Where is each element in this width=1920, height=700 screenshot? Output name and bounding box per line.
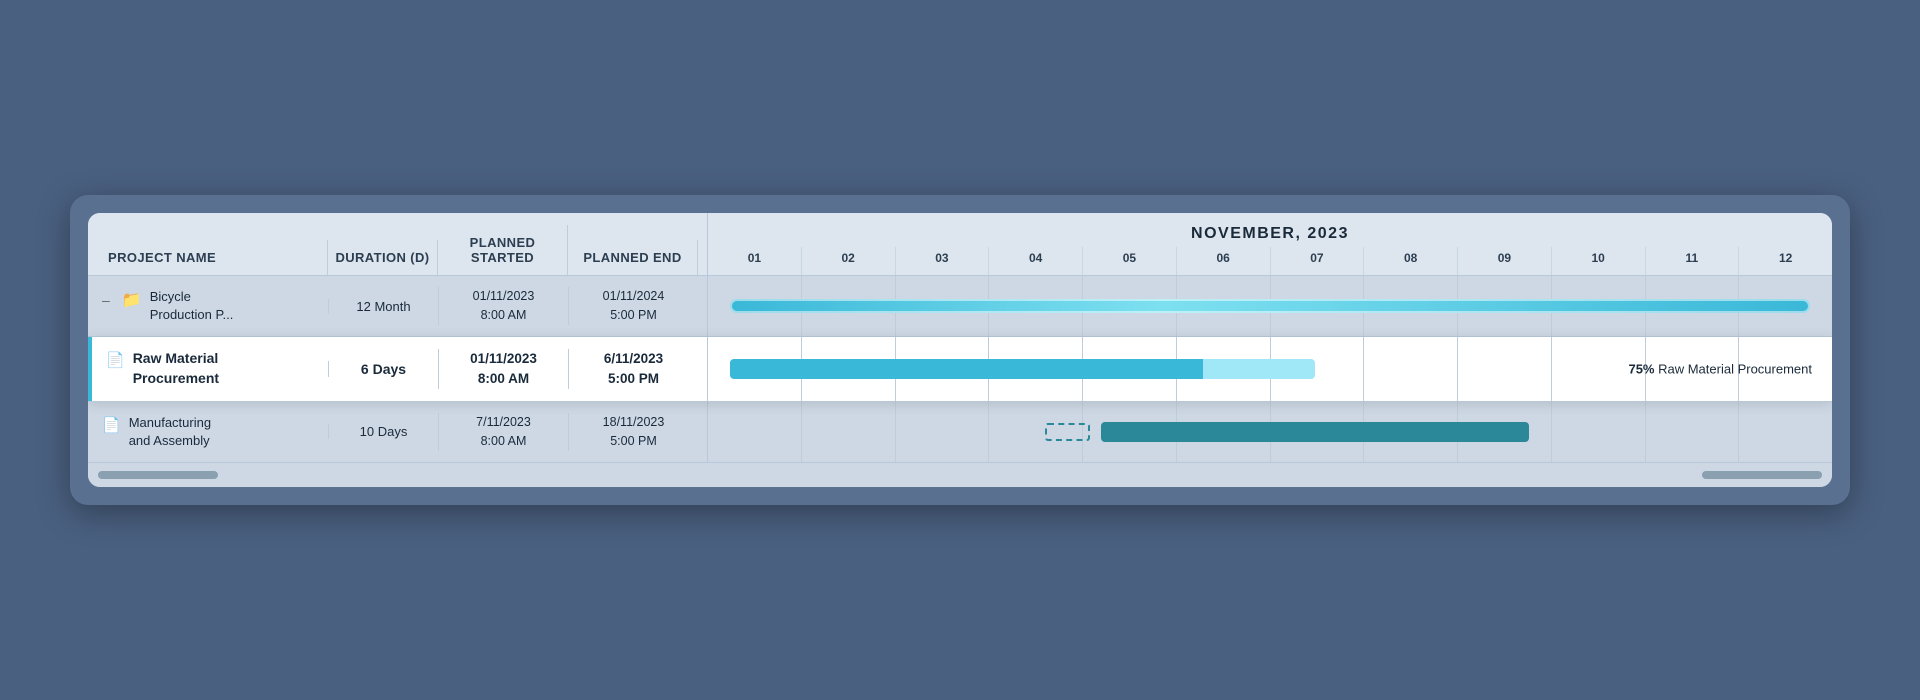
- left-section-bicycle: – 📁 Bicycle Production P... 12 Month 01/…: [88, 276, 708, 336]
- mfg-duration: 10 Days: [328, 424, 438, 439]
- raw-progress-label: 75% Raw Material Procurement: [1628, 362, 1812, 377]
- scrollbar-left[interactable]: [98, 471, 218, 479]
- scrollbar-row: [88, 463, 1832, 487]
- folder-icon: 📁: [122, 290, 142, 310]
- bicycle-planned-start: 01/11/20238:00 AM: [438, 287, 568, 325]
- raw-planned-start: 01/11/20238:00 AM: [438, 349, 568, 390]
- day-07: 07: [1271, 247, 1365, 275]
- row-raw-material[interactable]: 📄 Raw Material Procurement 6 Days 01/11/…: [88, 337, 1832, 401]
- bicycle-name-cell: – 📁 Bicycle Production P...: [88, 276, 328, 336]
- day-03: 03: [896, 247, 990, 275]
- left-cols-header: PROJECT NAME DURATION (D) PLANNED STARTE…: [88, 213, 708, 275]
- raw-name-cell: 📄 Raw Material Procurement: [88, 337, 328, 400]
- raw-bars: 75% Raw Material Procurement: [708, 337, 1832, 400]
- bicycle-bars: [708, 276, 1832, 336]
- collapse-icon[interactable]: –: [102, 292, 110, 308]
- day-04: 04: [989, 247, 1083, 275]
- outer-container: PROJECT NAME DURATION (D) PLANNED STARTE…: [70, 195, 1850, 505]
- day-11: 11: [1646, 247, 1740, 275]
- raw-planned-end: 6/11/20235:00 PM: [568, 349, 698, 390]
- doc-icon-raw: 📄: [106, 351, 125, 369]
- month-title-area: NOVEMBER, 2023 01 02 03 04 05 06 07 08 0…: [708, 213, 1832, 275]
- scrollbar-right[interactable]: [1702, 471, 1822, 479]
- bicycle-bar: [730, 299, 1809, 313]
- day-10: 10: [1552, 247, 1646, 275]
- day-12: 12: [1739, 247, 1832, 275]
- col-project-name: PROJECT NAME: [88, 240, 328, 275]
- bicycle-duration: 12 Month: [328, 299, 438, 314]
- raw-gantt: 75% Raw Material Procurement: [708, 337, 1832, 400]
- left-section-mfg: 📄 Manufacturing and Assembly 10 Days 7/1…: [88, 402, 708, 462]
- doc-icon-mfg: 📄: [102, 416, 121, 434]
- bicycle-planned-end: 01/11/20245:00 PM: [568, 287, 698, 325]
- col-planned-start: PLANNED STARTED: [438, 225, 568, 275]
- days-row: 01 02 03 04 05 06 07 08 09 10 11 12: [708, 247, 1832, 275]
- raw-bar-light: [1203, 359, 1315, 379]
- raw-name: Raw Material Procurement: [133, 349, 219, 388]
- raw-bar-filled: [730, 359, 1202, 379]
- left-section-raw: 📄 Raw Material Procurement 6 Days 01/11/…: [88, 337, 708, 400]
- day-08: 08: [1364, 247, 1458, 275]
- col-planned-end: PLANNED END: [568, 240, 698, 275]
- mfg-bars: [708, 402, 1832, 462]
- col-duration: DURATION (D): [328, 240, 438, 275]
- row-manufacturing[interactable]: 📄 Manufacturing and Assembly 10 Days 7/1…: [88, 402, 1832, 463]
- mfg-gantt: [708, 402, 1832, 462]
- mfg-bar-dashed: [1045, 423, 1090, 441]
- mfg-planned-end: 18/11/20235:00 PM: [568, 413, 698, 451]
- raw-duration: 6 Days: [328, 361, 438, 377]
- month-title: NOVEMBER, 2023: [1191, 213, 1349, 247]
- gantt-chart: PROJECT NAME DURATION (D) PLANNED STARTE…: [88, 213, 1832, 487]
- header-row: PROJECT NAME DURATION (D) PLANNED STARTE…: [88, 213, 1832, 276]
- mfg-bar: [1101, 422, 1528, 442]
- day-05: 05: [1083, 247, 1177, 275]
- day-06: 06: [1177, 247, 1271, 275]
- row-bicycle[interactable]: – 📁 Bicycle Production P... 12 Month 01/…: [88, 276, 1832, 337]
- day-02: 02: [802, 247, 896, 275]
- mfg-planned-start: 7/11/20238:00 AM: [438, 413, 568, 451]
- day-01: 01: [708, 247, 802, 275]
- bicycle-gantt: [708, 276, 1832, 336]
- mfg-name-cell: 📄 Manufacturing and Assembly: [88, 402, 328, 462]
- mfg-name: Manufacturing and Assembly: [129, 414, 211, 450]
- day-09: 09: [1458, 247, 1552, 275]
- bicycle-name: Bicycle Production P...: [150, 288, 234, 324]
